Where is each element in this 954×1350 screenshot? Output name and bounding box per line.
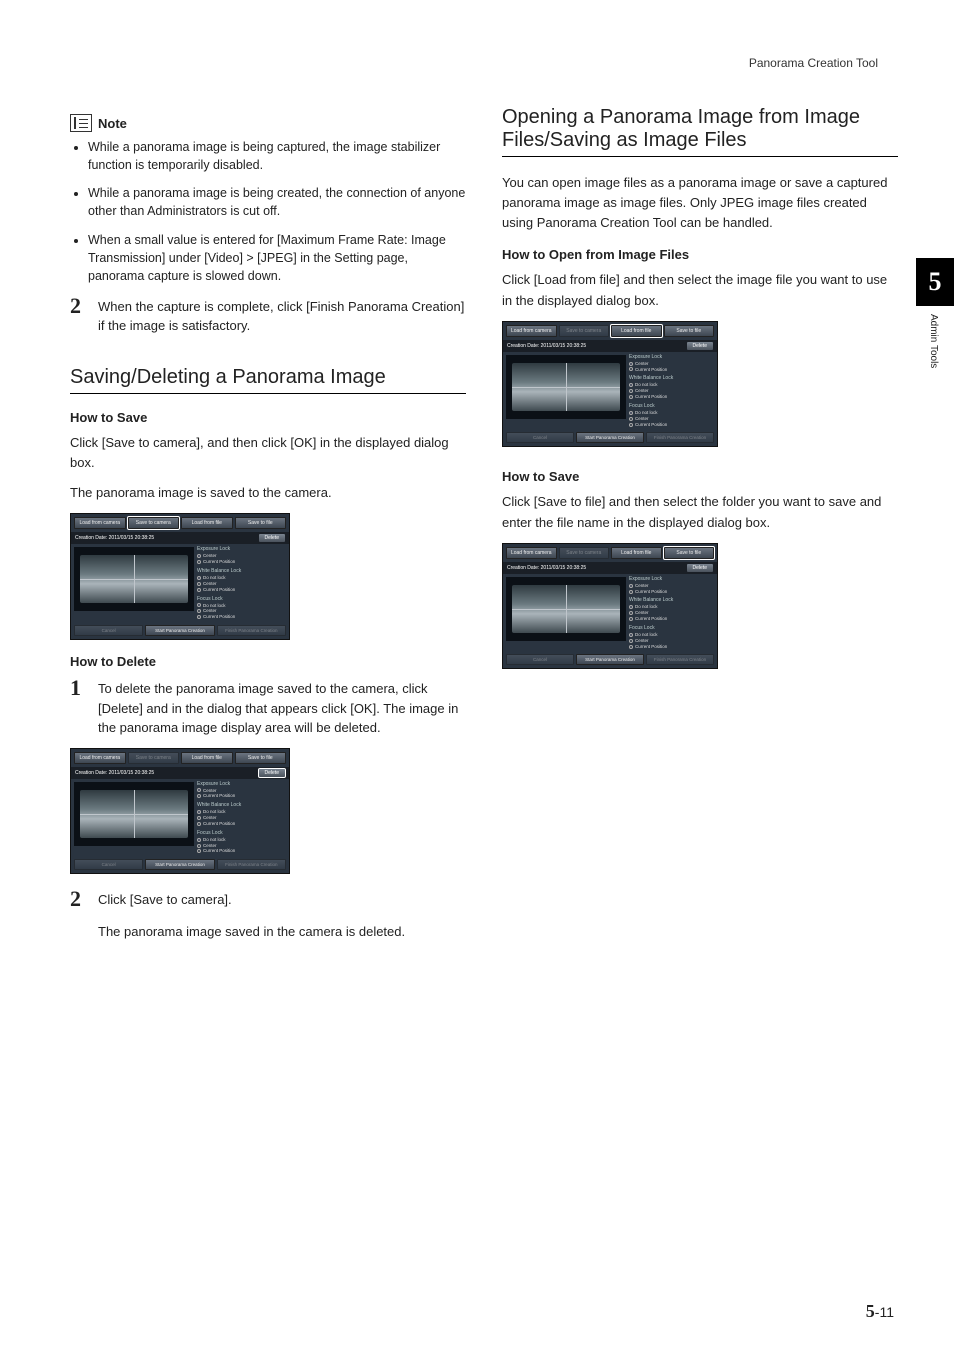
shot-cancel: Cancel <box>506 432 574 443</box>
page-footer: 5-11 <box>866 1301 894 1322</box>
shot-exposure-lock: Exposure Lock <box>629 354 714 360</box>
chapter-number: 5 <box>916 258 954 306</box>
screenshot-save-file: Load from camera Save to camera Load fro… <box>502 543 718 670</box>
shot-delete: Delete <box>259 534 285 542</box>
shot-btn-load-file: Load from file <box>181 517 233 529</box>
shot-opt: Current Position <box>203 587 235 593</box>
step-number: 2 <box>70 888 88 952</box>
shot-focus-lock: Focus Lock <box>197 596 286 602</box>
note-label: Note <box>98 116 127 131</box>
body-text: The panorama image saved in the camera i… <box>98 922 466 942</box>
shot-exposure-lock: Exposure Lock <box>629 576 714 582</box>
step-text: When the capture is complete, click [Fin… <box>98 295 466 336</box>
shot-date: Creation Date: 2011/03/15 20:38:25 <box>507 565 586 571</box>
shot-opt: Current Position <box>635 422 667 428</box>
shot-btn-save-camera: Save to camera <box>559 547 610 559</box>
shot-finish: Finish Panorama Creation <box>217 625 286 636</box>
shot-start: Start Panorama Creation <box>576 654 644 665</box>
shot-btn-load-file: Load from file <box>611 547 662 559</box>
shot-focus-lock: Focus Lock <box>197 830 286 836</box>
shot-finish: Finish Panorama Creation <box>217 859 286 870</box>
step-number: 1 <box>70 677 88 738</box>
shot-wb-lock: White Balance Lock <box>197 568 286 574</box>
body-text: The panorama image is saved to the camer… <box>70 483 466 503</box>
shot-finish: Finish Panorama Creation <box>646 432 714 443</box>
shot-opt: Current Position <box>203 793 235 799</box>
shot-start: Start Panorama Creation <box>576 432 644 443</box>
note-icon <box>70 114 92 132</box>
screenshot-save: Load from camera Save to camera Load fro… <box>70 513 290 640</box>
step-text: To delete the panorama image saved to th… <box>98 677 466 738</box>
shot-opt: Current Position <box>635 589 667 595</box>
body-text: Click [Save to file] and then select the… <box>502 492 898 532</box>
how-to-delete-heading: How to Delete <box>70 654 466 669</box>
shot-btn-save-file: Save to file <box>235 752 287 764</box>
how-to-save-heading: How to Save <box>70 410 466 425</box>
shot-focus-lock: Focus Lock <box>629 403 714 409</box>
footer-chapter: 5 <box>866 1301 875 1321</box>
section-opening-saving: Opening a Panorama Image from Image File… <box>502 106 898 157</box>
shot-wb-lock: White Balance Lock <box>197 802 286 808</box>
shot-opt: Current Position <box>203 559 235 565</box>
note-bullet: When a small value is entered for [Maxim… <box>88 231 466 285</box>
shot-opt: Current Position <box>635 616 667 622</box>
shot-btn-load-camera: Load from camera <box>506 547 557 559</box>
shot-opt: Current Position <box>635 367 667 373</box>
shot-btn-save-camera: Save to camera <box>128 752 180 764</box>
shot-delete: Delete <box>259 769 285 777</box>
shot-opt: Current Position <box>635 644 667 650</box>
shot-cancel: Cancel <box>74 859 143 870</box>
note-bullet: While a panorama image is being created,… <box>88 184 466 220</box>
screenshot-load-file: Load from camera Save to camera Load fro… <box>502 321 718 448</box>
shot-btn-load-camera: Load from camera <box>506 325 557 337</box>
shot-btn-load-camera: Load from camera <box>74 752 126 764</box>
how-to-save-heading: How to Save <box>502 469 898 484</box>
shot-wb-lock: White Balance Lock <box>629 597 714 603</box>
shot-cancel: Cancel <box>74 625 143 636</box>
shot-delete: Delete <box>687 564 713 572</box>
shot-date: Creation Date: 2011/03/15 20:38:25 <box>75 535 154 541</box>
footer-page: 11 <box>879 1304 894 1320</box>
how-to-open-heading: How to Open from Image Files <box>502 247 898 262</box>
shot-btn-save-file: Save to file <box>235 517 287 529</box>
chapter-label: Admin Tools <box>928 306 939 368</box>
shot-wb-lock: White Balance Lock <box>629 375 714 381</box>
section-saving-deleting: Saving/Deleting a Panorama Image <box>70 366 466 394</box>
running-header: Panorama Creation Tool <box>70 56 898 70</box>
shot-btn-load-camera: Load from camera <box>74 517 126 529</box>
shot-focus-lock: Focus Lock <box>629 625 714 631</box>
shot-btn-load-file: Load from file <box>611 325 662 337</box>
shot-btn-save-camera: Save to camera <box>128 517 180 529</box>
shot-date: Creation Date: 2011/03/15 20:38:25 <box>507 343 586 349</box>
step-text: Click [Save to camera]. <box>98 890 466 910</box>
shot-opt: Current Position <box>635 394 667 400</box>
shot-btn-load-file: Load from file <box>181 752 233 764</box>
note-bullet: While a panorama image is being captured… <box>88 138 466 174</box>
shot-start: Start Panorama Creation <box>145 859 214 870</box>
shot-btn-save-file: Save to file <box>664 547 715 559</box>
body-text: Click [Save to camera], and then click [… <box>70 433 466 473</box>
note-box: Note While a panorama image is being cap… <box>70 114 466 285</box>
shot-btn-save-file: Save to file <box>664 325 715 337</box>
body-text: You can open image files as a panorama i… <box>502 173 898 233</box>
shot-btn-save-camera: Save to camera <box>559 325 610 337</box>
shot-exposure-lock: Exposure Lock <box>197 781 286 787</box>
shot-opt: Current Position <box>203 821 235 827</box>
shot-finish: Finish Panorama Creation <box>646 654 714 665</box>
chapter-tab: 5 Admin Tools <box>916 258 954 458</box>
screenshot-delete: Load from camera Save to camera Load fro… <box>70 748 290 875</box>
shot-exposure-lock: Exposure Lock <box>197 546 286 552</box>
shot-delete: Delete <box>687 342 713 350</box>
body-text: Click [Load from file] and then select t… <box>502 270 898 310</box>
shot-date: Creation Date: 2011/03/15 20:38:25 <box>75 770 154 776</box>
shot-start: Start Panorama Creation <box>145 625 214 636</box>
shot-opt: Current Position <box>203 614 235 620</box>
shot-cancel: Cancel <box>506 654 574 665</box>
shot-opt: Current Position <box>203 848 235 854</box>
step-number: 2 <box>70 295 88 336</box>
